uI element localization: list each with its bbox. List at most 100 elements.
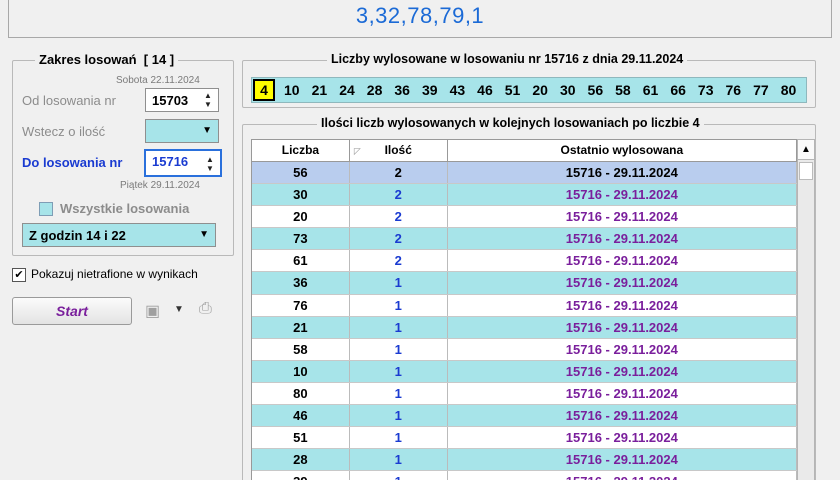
cell-last-drawn: 15716 - 29.11.2024 [448, 382, 798, 405]
scroll-up-icon[interactable]: ▲ [798, 140, 814, 160]
drawn-number: 51 [504, 82, 521, 98]
drawn-number: 80 [780, 82, 797, 98]
drawn-number: 58 [615, 82, 631, 98]
table-row[interactable]: 73 2 15716 - 29.11.2024 [252, 228, 798, 251]
table-row[interactable]: 61 2 15716 - 29.11.2024 [252, 250, 798, 273]
col-header-count[interactable]: ◸ Ilość [350, 140, 448, 161]
cell-number: 10 [252, 360, 350, 382]
cell-last-drawn: 15716 - 29.11.2024 [448, 338, 798, 360]
cell-last-drawn: 15716 - 29.11.2024 [448, 272, 798, 294]
cell-last-drawn: 15716 - 29.11.2024 [448, 471, 798, 480]
cell-count: 1 [350, 294, 448, 316]
drawn-numbers-group: Liczby wylosowane w losowaniu nr 15716 z… [242, 52, 816, 108]
cell-count: 2 [350, 206, 448, 228]
cell-number: 73 [252, 228, 350, 250]
spinner-arrows-icon[interactable]: ▲ ▼ [204, 155, 216, 173]
cell-last-drawn: 15716 - 29.11.2024 [448, 250, 798, 272]
cell-count: 2 [350, 184, 448, 206]
cell-number: 76 [252, 294, 350, 316]
cell-number: 46 [252, 405, 350, 427]
table-title: Ilości liczb wylosowanych w kolejnych lo… [317, 116, 704, 130]
table-row[interactable]: 20 2 15716 - 29.11.2024 [252, 206, 798, 229]
table-row[interactable]: 76 1 15716 - 29.11.2024 [252, 294, 798, 317]
table-row[interactable]: 21 1 15716 - 29.11.2024 [252, 316, 798, 339]
drawn-number: 77 [753, 82, 769, 98]
cell-last-drawn: 15716 - 29.11.2024 [448, 427, 798, 449]
from-draw-spinner[interactable]: 15703 ▲ ▼ [145, 88, 219, 112]
cell-count: 1 [350, 382, 448, 405]
cell-last-drawn: 15716 - 29.11.2024 [448, 405, 798, 427]
start-button[interactable]: Start [12, 297, 132, 325]
drawn-number: 30 [559, 82, 576, 98]
save-icon[interactable]: ▣ [145, 301, 160, 321]
counts-table-group: Ilości liczb wylosowanych w kolejnych lo… [242, 116, 816, 480]
all-draws-checkbox[interactable] [39, 202, 53, 216]
cell-number: 58 [252, 338, 350, 360]
cell-number: 56 [252, 162, 350, 184]
table-scrollbar[interactable]: ▲ [797, 139, 815, 480]
table-row[interactable]: 28 1 15716 - 29.11.2024 [252, 449, 798, 472]
cell-last-drawn: 15716 - 29.11.2024 [448, 184, 798, 206]
drawn-number: 10 [284, 82, 300, 98]
table-row[interactable]: 39115716 - 29.11.2024 [252, 471, 798, 480]
cell-count: 1 [350, 449, 448, 471]
to-day-label: Piątek 29.11.2024 [120, 180, 200, 191]
drawn-number: 36 [394, 82, 410, 98]
to-draw-spinner[interactable]: 15716 ▲ ▼ [144, 149, 222, 177]
cell-count: 1 [350, 427, 448, 449]
to-label: Do losowania nr [22, 155, 123, 170]
range-count: [ 14 ] [143, 52, 175, 67]
table-row[interactable]: 30 2 15716 - 29.11.2024 [252, 184, 798, 207]
cell-number: 28 [252, 449, 350, 471]
drawn-number: 76 [725, 82, 742, 98]
back-label: Wstecz o ilość [22, 124, 106, 139]
cell-count: 1 [350, 360, 448, 382]
cell-number: 51 [252, 427, 350, 449]
cell-count: 1 [350, 471, 448, 480]
spinner-arrows-icon[interactable]: ▲ ▼ [202, 91, 214, 109]
from-day-label: Sobota 22.11.2024 [116, 75, 200, 86]
table-row[interactable]: 46 1 15716 - 29.11.2024 [252, 405, 798, 428]
cell-number: 61 [252, 250, 350, 272]
table-row[interactable]: 80 1 15716 - 29.11.2024 [252, 382, 798, 406]
cell-count: 1 [350, 272, 448, 294]
col-header-number[interactable]: Liczba [252, 140, 350, 161]
drawn-number: 20 [532, 82, 548, 98]
drawn-number: 39 [421, 82, 438, 98]
cell-last-drawn: 15716 - 29.11.2024 [448, 206, 798, 228]
scroll-thumb[interactable] [799, 162, 813, 180]
show-missed-checkbox[interactable]: ✔ [12, 268, 26, 282]
drawn-number: 56 [587, 82, 604, 98]
chevron-down-icon: ▼ [199, 229, 209, 240]
cell-number: 21 [252, 316, 350, 338]
result-box: 3,32,78,79,1 [8, 0, 832, 38]
back-count-dropdown[interactable]: ▼ [145, 119, 219, 143]
cell-count: 2 [350, 162, 448, 184]
highlighted-number[interactable]: 4 [253, 79, 275, 101]
cell-number: 20 [252, 206, 350, 228]
printer-icon[interactable]: ⎙ [199, 300, 212, 318]
drawn-number: 21 [311, 82, 328, 98]
cell-count: 1 [350, 316, 448, 338]
drawn-number: 66 [670, 82, 686, 98]
to-draw-value: 15716 [152, 154, 189, 169]
hours-dropdown[interactable]: Z godzin 14 i 22 ▼ [22, 223, 216, 247]
chevron-down-icon[interactable]: ▼ [174, 304, 184, 315]
range-group-title: Zakres losowań [ 14 ] [35, 52, 179, 67]
table-row[interactable]: 36 1 15716 - 29.11.2024 [252, 272, 798, 295]
cell-last-drawn: 15716 - 29.11.2024 [448, 360, 798, 382]
cell-count: 2 [350, 250, 448, 272]
table-row[interactable]: 56 2 15716 - 29.11.2024 [252, 162, 798, 185]
table-row[interactable]: 58 1 15716 - 29.11.2024 [252, 338, 798, 361]
sort-indicator-icon: ◸ [353, 146, 361, 156]
drawn-numbers-strip: 4 10 21 24 28 36 39 43 46 51 20 30 56 58 61 66 73 76 77 80 [251, 77, 807, 103]
table-row[interactable]: 51 1 15716 - 29.11.2024 [252, 427, 798, 450]
col-header-count-label: Ilość [384, 143, 412, 157]
cell-count: 2 [350, 228, 448, 250]
table-row[interactable]: 10 1 15716 - 29.11.2024 [252, 360, 798, 383]
drawn-number: 73 [697, 82, 714, 98]
cell-last-drawn: 15716 - 29.11.2024 [448, 162, 798, 184]
col-header-last-drawn[interactable]: Ostatnio wylosowana [448, 140, 798, 161]
cell-number: 80 [252, 382, 350, 405]
table-body: 56 2 15716 - 29.11.2024 30 2 15716 - 29.11.20… [252, 162, 798, 480]
